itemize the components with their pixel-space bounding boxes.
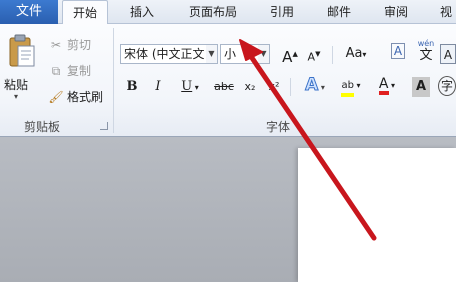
phonetic-guide-button[interactable]: wén 文 xyxy=(414,38,438,66)
divider xyxy=(290,78,291,96)
font-color-icon: A xyxy=(378,76,389,95)
strikethrough-button[interactable]: abc xyxy=(212,77,236,97)
format-painter-button[interactable]: 🖌 格式刷 xyxy=(48,88,103,105)
font-family-value: 宋体 (中文正文 xyxy=(124,47,205,61)
shrink-font-label: A xyxy=(307,50,316,64)
grow-font-label: A xyxy=(282,48,293,66)
clear-formatting-button[interactable]: A xyxy=(388,42,408,62)
cut-button[interactable]: ✂ 剪切 xyxy=(48,36,91,53)
copy-button[interactable]: ⧉ 复制 xyxy=(48,62,91,79)
font-color-label: A xyxy=(378,76,389,92)
change-case-label: Aa xyxy=(345,46,363,61)
font-size-value: 小 xyxy=(224,47,237,61)
character-border-button[interactable]: A xyxy=(440,44,456,64)
eraser-icon: A xyxy=(390,43,406,59)
character-shading-button[interactable]: A xyxy=(412,77,430,97)
divider xyxy=(332,46,333,64)
italic-button[interactable]: I xyxy=(150,77,166,97)
tab-mailings[interactable]: 邮件 xyxy=(327,0,351,24)
format-painter-label: 格式刷 xyxy=(67,90,104,104)
highlighter-icon: ab xyxy=(341,79,354,97)
brush-icon: 🖌 xyxy=(48,89,64,104)
cut-label: 剪切 xyxy=(67,38,92,52)
highlight-button[interactable]: ab ▾ xyxy=(334,75,368,97)
document-page[interactable] xyxy=(298,148,456,282)
scissors-icon: ✂ xyxy=(50,37,62,52)
clipboard-group-label: 剪贴板 xyxy=(24,120,61,134)
chevron-down-icon: ▾ xyxy=(14,92,19,101)
clipboard-paste-icon xyxy=(9,34,35,67)
paste-button[interactable]: 粘贴 ▾ xyxy=(2,28,40,101)
tab-references[interactable]: 引用 xyxy=(270,0,294,24)
tab-home[interactable]: 开始 xyxy=(62,0,109,25)
change-case-button[interactable]: Aa▾ xyxy=(342,44,370,64)
ribbon-tab-bar: 文件 开始 插入 页面布局 引用 邮件 审阅 视 xyxy=(0,0,456,25)
bold-button[interactable]: B xyxy=(124,77,140,97)
chevron-down-icon: ▼ xyxy=(258,45,269,63)
tab-file[interactable]: 文件 xyxy=(0,0,58,24)
enclose-characters-button[interactable]: 字 xyxy=(438,76,456,96)
underline-label: U xyxy=(181,79,193,94)
character-border-icon: A xyxy=(443,48,453,62)
tab-insert[interactable]: 插入 xyxy=(130,0,154,24)
shrink-font-button[interactable]: A▼ xyxy=(306,44,322,64)
font-family-select[interactable]: 宋体 (中文正文 ▼ xyxy=(120,44,218,64)
superscript-button[interactable]: x² xyxy=(264,77,284,97)
group-divider xyxy=(113,28,114,133)
font-color-button[interactable]: A ▾ xyxy=(372,75,402,95)
chevron-down-icon: ▼ xyxy=(206,45,217,63)
font-size-select[interactable]: 小 ▼ xyxy=(220,44,270,64)
subscript-button[interactable]: x₂ xyxy=(240,77,260,97)
paste-label: 粘贴 xyxy=(4,78,29,92)
tab-view[interactable]: 视 xyxy=(440,0,452,24)
clipboard-dialog-launcher[interactable] xyxy=(100,122,108,130)
highlight-label: ab xyxy=(341,80,354,91)
copy-icon: ⧉ xyxy=(51,63,61,78)
copy-label: 复制 xyxy=(67,64,92,78)
ribbon-home: 粘贴 ▾ ✂ 剪切 ⧉ 复制 🖌 格式刷 剪贴板 宋体 (中文正文 ▼ 小 ▼ … xyxy=(0,24,456,137)
phonetic-guide-icon: 文 xyxy=(419,48,433,63)
underline-button[interactable]: U ▾ xyxy=(176,77,204,97)
tab-review[interactable]: 审阅 xyxy=(384,0,408,24)
font-group-label: 字体 xyxy=(266,120,291,134)
text-effects-icon: A xyxy=(305,75,319,96)
grow-font-button[interactable]: A▲ xyxy=(282,44,298,66)
tab-page-layout[interactable]: 页面布局 xyxy=(189,0,237,24)
text-effects-button[interactable]: A ▾ xyxy=(300,75,330,96)
